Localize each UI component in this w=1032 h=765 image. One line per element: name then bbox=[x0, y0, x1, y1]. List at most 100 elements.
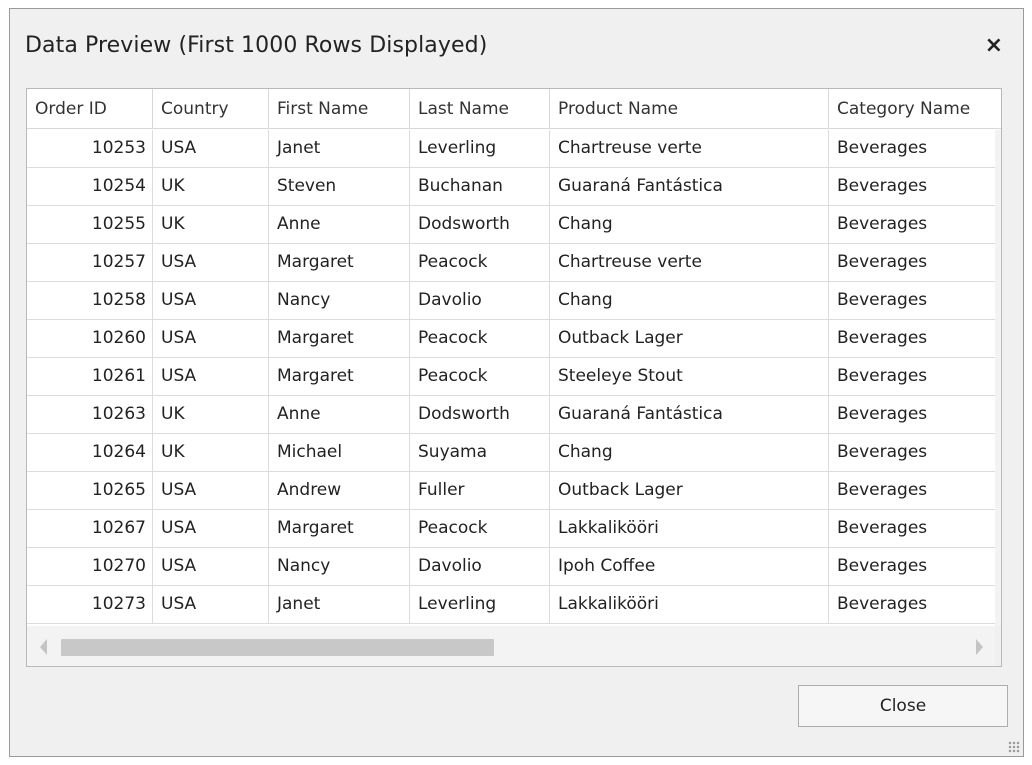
cell-category-name[interactable]: Beverages bbox=[829, 510, 1001, 548]
cell-product-name[interactable]: Chartreuse verte bbox=[550, 130, 829, 168]
cell-order-id[interactable]: 10265 bbox=[27, 472, 153, 510]
cell-first-name[interactable]: Margaret bbox=[269, 358, 410, 396]
cell-product-name[interactable]: Ipoh Coffee bbox=[550, 548, 829, 586]
cell-country[interactable]: UK bbox=[153, 168, 269, 206]
cell-last-name[interactable]: Peacock bbox=[410, 510, 550, 548]
cell-category-name[interactable]: Beverages bbox=[829, 206, 1001, 244]
scroll-right-arrow-icon[interactable] bbox=[976, 639, 983, 655]
cell-category-name[interactable]: Beverages bbox=[829, 130, 1001, 168]
cell-order-id[interactable]: 10263 bbox=[27, 396, 153, 434]
cell-last-name[interactable]: Fuller bbox=[410, 472, 550, 510]
vertical-scroll-thumb[interactable] bbox=[1001, 168, 1002, 206]
table-row[interactable]: 10254 UK Steven Buchanan Guaraná Fantástica B… bbox=[27, 168, 1001, 206]
column-header-country[interactable]: Country bbox=[153, 89, 269, 129]
cell-category-name[interactable]: Beverages bbox=[829, 168, 1001, 206]
cell-country[interactable]: USA bbox=[153, 510, 269, 548]
cell-last-name[interactable]: Leverling bbox=[410, 586, 550, 624]
table-row[interactable]: 10270 USA Nancy Davolio Ipoh Coffee Beverages bbox=[27, 548, 1001, 586]
cell-order-id[interactable]: 10258 bbox=[27, 282, 153, 320]
cell-order-id[interactable]: 10254 bbox=[27, 168, 153, 206]
cell-first-name[interactable]: Nancy bbox=[269, 282, 410, 320]
cell-product-name[interactable]: Outback Lager bbox=[550, 472, 829, 510]
vertical-scrollbar[interactable] bbox=[995, 130, 1002, 626]
cell-country[interactable]: USA bbox=[153, 320, 269, 358]
cell-country[interactable]: USA bbox=[153, 586, 269, 624]
cell-order-id[interactable]: 10264 bbox=[27, 434, 153, 472]
cell-first-name[interactable]: Anne bbox=[269, 206, 410, 244]
table-row[interactable]: 10265 USA Andrew Fuller Outback Lager Beverag… bbox=[27, 472, 1001, 510]
table-row[interactable]: 10264 UK Michael Suyama Chang Beverages bbox=[27, 434, 1001, 472]
cell-country[interactable]: USA bbox=[153, 130, 269, 168]
table-row[interactable]: 10257 USA Margaret Peacock Chartreuse verte B… bbox=[27, 244, 1001, 282]
horizontal-scroll-thumb[interactable] bbox=[61, 639, 494, 656]
cell-product-name[interactable]: Steeleye Stout bbox=[550, 358, 829, 396]
cell-last-name[interactable]: Peacock bbox=[410, 358, 550, 396]
table-row[interactable]: 10260 USA Margaret Peacock Outback Lager Beve… bbox=[27, 320, 1001, 358]
cell-category-name[interactable]: Beverages bbox=[829, 586, 1001, 624]
cell-product-name[interactable]: Guaraná Fantástica bbox=[550, 168, 829, 206]
cell-product-name[interactable]: Chang bbox=[550, 434, 829, 472]
cell-last-name[interactable]: Peacock bbox=[410, 244, 550, 282]
cell-product-name[interactable]: Chang bbox=[550, 206, 829, 244]
cell-first-name[interactable]: Nancy bbox=[269, 548, 410, 586]
cell-first-name[interactable]: Steven bbox=[269, 168, 410, 206]
column-header-product-name[interactable]: Product Name bbox=[550, 89, 829, 129]
cell-last-name[interactable]: Dodsworth bbox=[410, 396, 550, 434]
cell-country[interactable]: UK bbox=[153, 434, 269, 472]
horizontal-scrollbar[interactable] bbox=[27, 626, 995, 666]
cell-country[interactable]: USA bbox=[153, 358, 269, 396]
cell-product-name[interactable]: Outback Lager bbox=[550, 320, 829, 358]
table-row[interactable]: 10263 UK Anne Dodsworth Guaraná Fantástica Be… bbox=[27, 396, 1001, 434]
cell-category-name[interactable]: Beverages bbox=[829, 358, 1001, 396]
table-row[interactable]: 10258 USA Nancy Davolio Chang Beverages bbox=[27, 282, 1001, 320]
cell-category-name[interactable]: Beverages bbox=[829, 396, 1001, 434]
cell-last-name[interactable]: Davolio bbox=[410, 548, 550, 586]
cell-country[interactable]: UK bbox=[153, 396, 269, 434]
cell-country[interactable]: USA bbox=[153, 282, 269, 320]
cell-order-id[interactable]: 10260 bbox=[27, 320, 153, 358]
cell-order-id[interactable]: 10273 bbox=[27, 586, 153, 624]
cell-last-name[interactable]: Leverling bbox=[410, 130, 550, 168]
cell-last-name[interactable]: Suyama bbox=[410, 434, 550, 472]
cell-product-name[interactable]: Chartreuse verte bbox=[550, 244, 829, 282]
cell-country[interactable]: UK bbox=[153, 206, 269, 244]
cell-order-id[interactable]: 10257 bbox=[27, 244, 153, 282]
cell-first-name[interactable]: Margaret bbox=[269, 244, 410, 282]
column-header-last-name[interactable]: Last Name bbox=[410, 89, 550, 129]
cell-first-name[interactable]: Janet bbox=[269, 130, 410, 168]
column-header-order-id[interactable]: Order ID bbox=[27, 89, 153, 129]
cell-last-name[interactable]: Dodsworth bbox=[410, 206, 550, 244]
cell-country[interactable]: USA bbox=[153, 548, 269, 586]
cell-product-name[interactable]: Chang bbox=[550, 282, 829, 320]
table-row[interactable]: 10261 USA Margaret Peacock Steeleye Stout Bev… bbox=[27, 358, 1001, 396]
cell-order-id[interactable]: 10267 bbox=[27, 510, 153, 548]
cell-first-name[interactable]: Janet bbox=[269, 586, 410, 624]
cell-product-name[interactable]: Lakkalikööri bbox=[550, 510, 829, 548]
column-header-first-name[interactable]: First Name bbox=[269, 89, 410, 129]
cell-product-name[interactable]: Lakkalikööri bbox=[550, 586, 829, 624]
cell-first-name[interactable]: Anne bbox=[269, 396, 410, 434]
scroll-left-arrow-icon[interactable] bbox=[40, 639, 47, 655]
cell-country[interactable]: USA bbox=[153, 244, 269, 282]
cell-category-name[interactable]: Beverages bbox=[829, 548, 1001, 586]
cell-category-name[interactable]: Beverages bbox=[829, 320, 1001, 358]
cell-first-name[interactable]: Margaret bbox=[269, 510, 410, 548]
cell-order-id[interactable]: 10255 bbox=[27, 206, 153, 244]
close-icon[interactable]: × bbox=[985, 33, 1003, 58]
cell-order-id[interactable]: 10270 bbox=[27, 548, 153, 586]
cell-order-id[interactable]: 10261 bbox=[27, 358, 153, 396]
cell-category-name[interactable]: Beverages bbox=[829, 244, 1001, 282]
table-row[interactable]: 10253 USA Janet Leverling Chartreuse verte Be… bbox=[27, 130, 1001, 168]
column-header-category-name[interactable]: Category Name bbox=[829, 89, 1001, 129]
resize-grip-icon[interactable] bbox=[1008, 741, 1020, 753]
cell-first-name[interactable]: Andrew bbox=[269, 472, 410, 510]
cell-order-id[interactable]: 10253 bbox=[27, 130, 153, 168]
cell-last-name[interactable]: Buchanan bbox=[410, 168, 550, 206]
cell-first-name[interactable]: Margaret bbox=[269, 320, 410, 358]
cell-last-name[interactable]: Davolio bbox=[410, 282, 550, 320]
cell-category-name[interactable]: Beverages bbox=[829, 472, 1001, 510]
cell-category-name[interactable]: Beverages bbox=[829, 434, 1001, 472]
cell-product-name[interactable]: Guaraná Fantástica bbox=[550, 396, 829, 434]
close-button[interactable]: Close bbox=[798, 685, 1008, 727]
cell-category-name[interactable]: Beverages bbox=[829, 282, 1001, 320]
